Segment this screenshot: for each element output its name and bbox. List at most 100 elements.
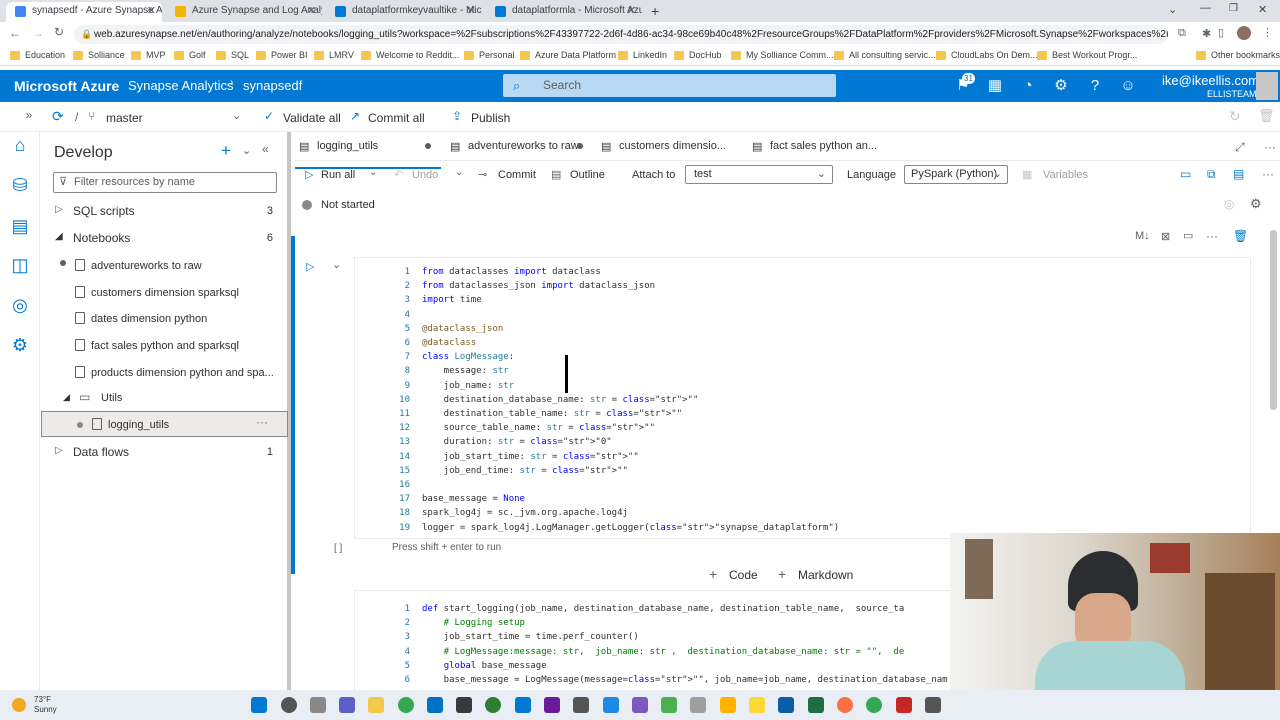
bookmark[interactable]: SQL — [216, 50, 249, 60]
chevron-right-icon[interactable]: ▷ — [55, 445, 63, 456]
discard-icon[interactable]: 🗑 — [1258, 108, 1275, 124]
restore-icon[interactable]: ❐ — [1229, 3, 1238, 14]
reload-icon[interactable]: ↻ — [54, 25, 64, 39]
workspace-name[interactable]: synapsedf — [243, 78, 302, 93]
bookmark[interactable]: Golf — [174, 50, 206, 60]
filter-input[interactable]: ⊽ Filter resources by name — [53, 172, 277, 193]
publish-button[interactable]: Publish — [471, 111, 510, 125]
more-icon[interactable]: ··· — [1264, 140, 1276, 154]
app-icon[interactable] — [573, 697, 589, 713]
bookmark[interactable]: Personal — [464, 50, 515, 60]
bookmark[interactable]: Welcome to Reddit... — [361, 50, 459, 60]
app-icon[interactable] — [925, 697, 941, 713]
search-icon[interactable] — [281, 697, 297, 713]
gear-icon[interactable]: ⚙ — [1250, 196, 1262, 212]
user-email[interactable]: ike@ikeellis.com — [1162, 73, 1259, 88]
outline-button[interactable]: Outline — [570, 169, 605, 181]
notebook-item[interactable]: adventureworks to raw — [75, 259, 202, 272]
more-icon[interactable]: ··· — [1262, 167, 1274, 181]
bookmark[interactable]: LMRV — [314, 50, 354, 60]
start-icon[interactable] — [251, 697, 267, 713]
attach-pool-select[interactable]: test ⌄ — [685, 165, 833, 184]
parameters-icon[interactable]: ⊠ — [1161, 230, 1170, 243]
more-actions-icon[interactable]: ··· — [256, 415, 268, 429]
bookmark[interactable]: My Solliance Comm... — [731, 50, 834, 60]
maximize-icon[interactable]: ⤢ — [1235, 140, 1245, 155]
notebook-item[interactable]: fact sales python and sparksql — [75, 339, 239, 352]
commit-all-button[interactable]: Commit all — [368, 111, 425, 125]
variables-button[interactable]: Variables — [1043, 169, 1088, 181]
chevron-down-icon[interactable]: ⌄ — [369, 167, 377, 178]
help-icon[interactable]: ? — [1085, 76, 1105, 96]
chevron-down-icon[interactable]: ⌄ — [455, 167, 463, 178]
bookmark[interactable]: Best Workout Progr... — [1037, 50, 1137, 60]
comments-icon[interactable]: ▭ — [1180, 167, 1191, 181]
minimize-icon[interactable]: — — [1200, 2, 1211, 14]
close-icon[interactable]: ✕ — [627, 2, 636, 20]
browser-tab[interactable]: synapsedf - Azure Synapse Analy✕ — [6, 2, 162, 22]
file-explorer-icon[interactable] — [368, 697, 384, 713]
power-bi-icon[interactable] — [749, 697, 765, 713]
more-icon[interactable]: ⋮ — [1262, 26, 1273, 39]
integrate-icon[interactable]: ◫ — [9, 254, 31, 276]
app-icon[interactable] — [603, 697, 619, 713]
vscode-icon[interactable] — [515, 697, 531, 713]
undo-button[interactable]: Undo — [412, 169, 438, 181]
code-icon[interactable]: ⧉ — [1207, 167, 1216, 182]
sql-scripts-folder[interactable]: SQL scripts — [73, 204, 135, 218]
bookmark[interactable]: CloudLabs On Dem... — [936, 50, 1038, 60]
teams-icon[interactable] — [339, 697, 355, 713]
search-input[interactable]: ⌕ Search — [503, 74, 836, 97]
other-bookmarks[interactable]: Other bookmarks — [1196, 50, 1280, 60]
extension-icon[interactable]: ⧉ — [1178, 27, 1186, 40]
excel-icon[interactable] — [808, 697, 824, 713]
browser-tab[interactable]: dataplatformkeyvaultike - Micro ✕ — [326, 2, 482, 22]
manage-icon[interactable]: ⚙ — [9, 334, 31, 356]
forward-icon[interactable]: → — [32, 26, 44, 40]
data-icon[interactable]: ⛁ — [9, 174, 31, 196]
close-icon[interactable]: ✕ — [147, 2, 156, 20]
chrome-icon[interactable] — [866, 697, 882, 713]
outlook-icon[interactable] — [427, 697, 443, 713]
comment-icon[interactable]: ▭ — [1183, 229, 1193, 242]
validate-all-button[interactable]: Validate all — [283, 111, 341, 125]
weather-temp[interactable]: 73°F — [34, 695, 51, 704]
browser-tab[interactable]: dataplatformla - Microsoft Azure ✕ — [486, 2, 642, 22]
visual-studio-icon[interactable] — [632, 697, 648, 713]
bookmark[interactable]: Solliance — [73, 50, 125, 60]
close-icon[interactable]: ✕ — [467, 2, 476, 20]
develop-icon[interactable]: ▤ — [9, 215, 31, 237]
selected-notebook-row[interactable]: logging_utils ··· — [41, 411, 288, 437]
bell-icon[interactable]: ◔ — [1018, 76, 1038, 96]
delete-cell-icon[interactable]: 🗑 — [1233, 229, 1248, 243]
app-icon[interactable] — [485, 697, 501, 713]
refresh-icon[interactable]: ↻ — [1229, 108, 1241, 125]
chevron-right-icon[interactable]: ▷ — [55, 204, 63, 215]
back-icon[interactable]: ← — [9, 26, 21, 40]
bookmark[interactable]: All consulting servic... — [834, 50, 936, 60]
new-tab-icon[interactable]: + — [651, 3, 659, 19]
task-view-icon[interactable] — [310, 697, 326, 713]
data-flows-folder[interactable]: Data flows — [73, 445, 129, 459]
directory-icon[interactable]: ▦ — [985, 76, 1005, 96]
scrollbar-thumb[interactable] — [1270, 230, 1277, 410]
sidebar-icon[interactable]: ▯ — [1218, 26, 1224, 39]
chevron-down-icon[interactable]: ⌄ — [1168, 3, 1177, 16]
app-icon[interactable] — [456, 697, 472, 713]
close-icon[interactable]: ✕ — [307, 2, 316, 20]
branch-selector[interactable]: master — [106, 111, 143, 125]
notebook-item[interactable]: dates dimension python — [75, 312, 207, 325]
run-all-button[interactable]: Run all — [321, 169, 355, 181]
tab-logging-utils[interactable]: ▤ logging_utils — [295, 139, 441, 169]
chevron-down-icon[interactable]: ◢ — [55, 231, 63, 242]
more-icon[interactable]: ··· — [1206, 229, 1218, 243]
expand-icon[interactable]: » — [18, 104, 40, 126]
puzzle-icon[interactable]: ✱ — [1202, 27, 1211, 40]
markdown-icon[interactable]: M↓ — [1135, 230, 1150, 242]
utils-folder[interactable]: Utils — [101, 392, 122, 404]
add-code-cell-button[interactable]: Code — [729, 568, 758, 582]
bookmark[interactable]: MVP — [131, 50, 166, 60]
notebooks-folder[interactable]: Notebooks — [73, 231, 130, 245]
commit-button[interactable]: Commit — [498, 169, 536, 181]
collapse-pane-icon[interactable]: « — [262, 142, 269, 156]
